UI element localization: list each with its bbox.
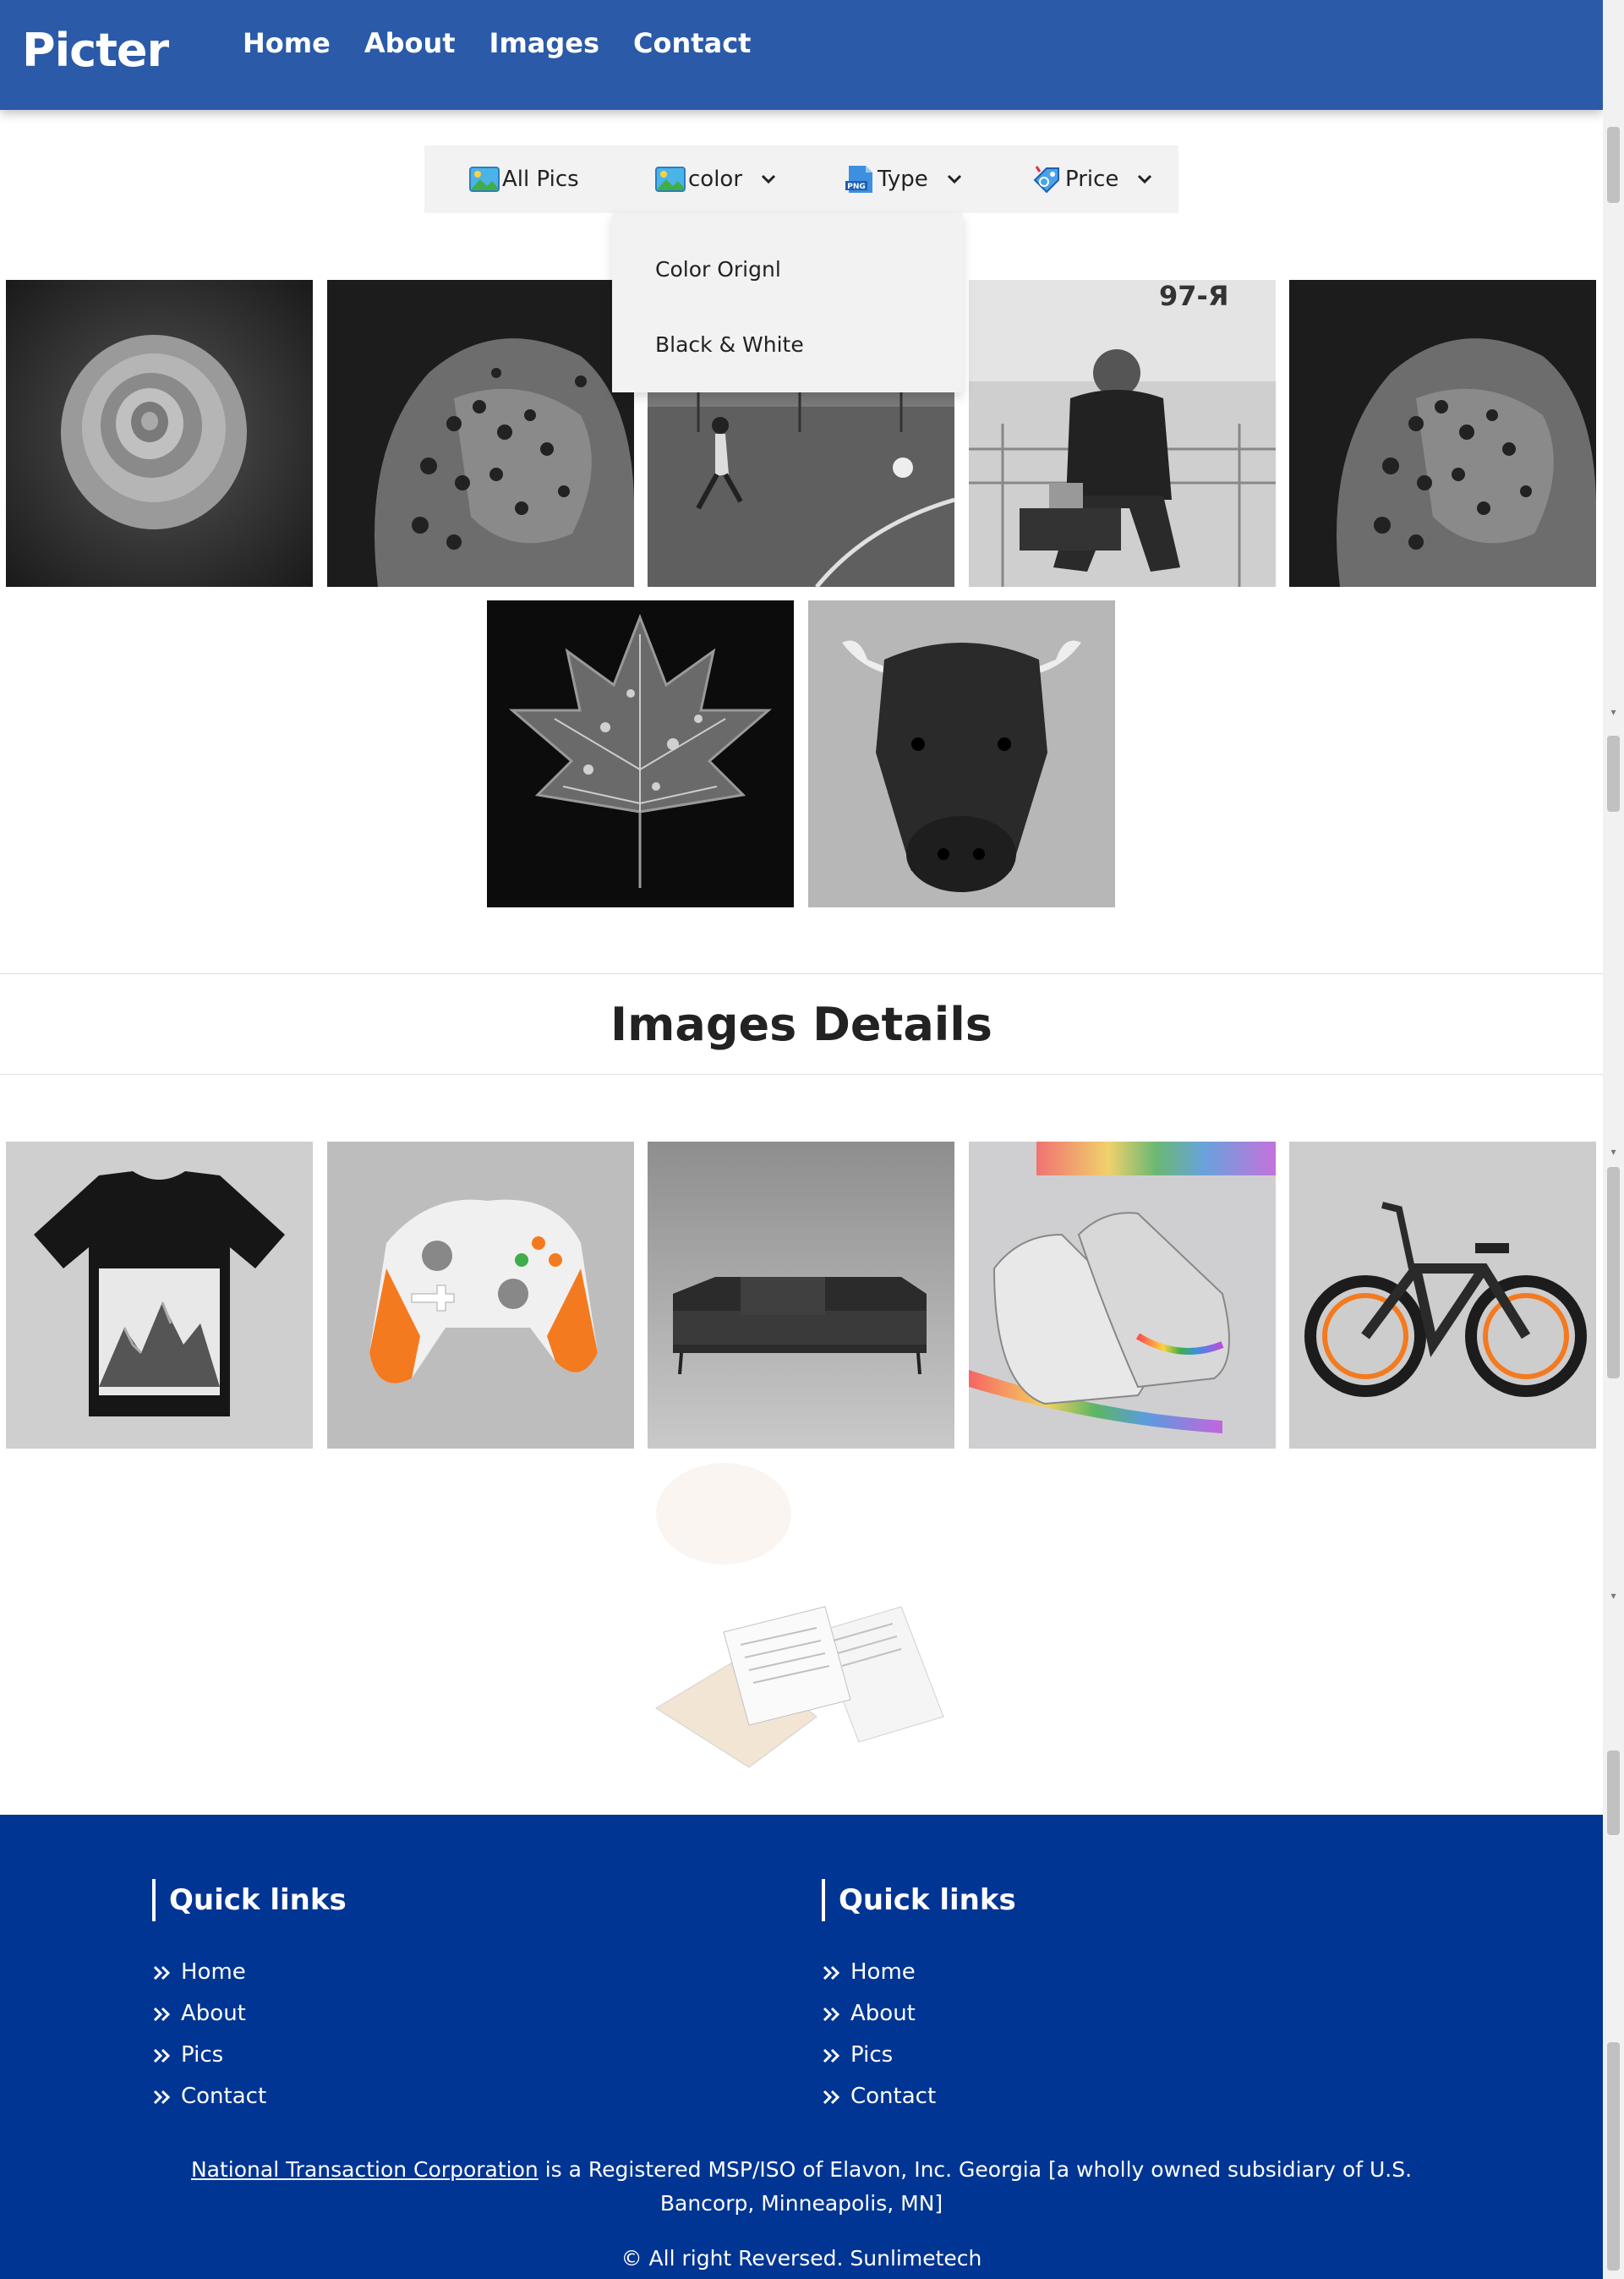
double-chevron-right-icon [153, 1965, 171, 1980]
footer-link-home[interactable]: Home [822, 1952, 1016, 1993]
divider [0, 973, 1603, 974]
chevron-down-icon [947, 174, 961, 184]
filter-type-label: Type [878, 167, 928, 192]
strongman-image: 97-Я [969, 280, 1276, 587]
gallery-image-bull[interactable] [808, 600, 1115, 907]
svg-text:97-Я: 97-Я [1159, 280, 1228, 312]
svg-text:PNG: PNG [847, 183, 866, 191]
chevron-down-icon [761, 174, 776, 184]
footer-quick-links-2: Quick links Home About Pics Contact [822, 1879, 1016, 2117]
divider [0, 1074, 1603, 1075]
product-image-sneakers[interactable] [969, 1142, 1276, 1449]
scroll-thumb[interactable] [1607, 1750, 1620, 1835]
product-image-tshirt[interactable] [6, 1142, 313, 1449]
dropdown-item-black-white[interactable]: Black & White [655, 332, 804, 357]
scroll-thumb[interactable] [1607, 1167, 1620, 1378]
footer-quick-links-1: Quick links Home About Pics Contact [152, 1879, 347, 2117]
footer-link-label: About [850, 2001, 916, 2026]
leopard-image [327, 280, 634, 587]
scroll-down-icon[interactable]: ▾ [1607, 1590, 1620, 1602]
sofa-image [648, 1142, 954, 1449]
books-image [648, 1463, 954, 1770]
scroll-thumb[interactable] [1607, 127, 1620, 203]
png-file-icon: PNG [845, 166, 872, 193]
scroll-down-icon[interactable]: ▾ [1607, 1146, 1620, 1158]
footer-link-label: Pics [850, 2042, 894, 2068]
page-scrollbar[interactable]: ▾ ▾ ▾ [1603, 0, 1624, 2279]
footer-link-label: Pics [181, 2042, 224, 2068]
rose-image [6, 280, 313, 587]
double-chevron-right-icon [823, 2007, 840, 2021]
filter-price[interactable]: Price [1031, 145, 1152, 213]
footer-link-pics[interactable]: Pics [152, 2035, 347, 2076]
footer-link-contact[interactable]: Contact [822, 2076, 1016, 2117]
footer-link-label: Home [850, 1959, 916, 1985]
footer-link-label: About [181, 2001, 246, 2026]
gallery-image-leopard-2[interactable] [1289, 280, 1596, 587]
footer-col-title: Quick links [152, 1879, 347, 1921]
footer-link-contact[interactable]: Contact [152, 2076, 347, 2117]
footer-link-about[interactable]: About [152, 1993, 347, 2035]
leopard-image [1289, 280, 1596, 587]
footer-note: National Transaction Corporation is a Re… [152, 2153, 1451, 2221]
double-chevron-right-icon [823, 2090, 840, 2104]
product-image-controller[interactable] [327, 1142, 634, 1449]
nav-images[interactable]: Images [489, 27, 600, 59]
gallery-image-rose[interactable] [6, 280, 313, 587]
double-chevron-right-icon [153, 2007, 171, 2021]
color-dropdown-menu: Color Orignl Black & White [612, 213, 963, 392]
copyright: © All right Reversed. Sunlimetech [621, 2246, 982, 2271]
brand-logo[interactable]: Picter [22, 24, 169, 77]
ebike-image [1289, 1142, 1596, 1449]
footer-link-home[interactable]: Home [152, 1952, 347, 1993]
filter-type[interactable]: PNG Type [844, 145, 962, 213]
price-tag-icon [1033, 166, 1059, 194]
chevron-down-icon [1138, 174, 1152, 184]
navbar: Picter Home About Images Contact [0, 0, 1603, 110]
footer-col-title: Quick links [822, 1879, 1016, 1921]
gallery-image-leopard[interactable] [327, 280, 634, 587]
gallery-image-strongman[interactable]: 97-Я [969, 280, 1276, 587]
bull-image [808, 600, 1115, 907]
image-icon [655, 167, 686, 192]
nav-about[interactable]: About [364, 27, 456, 59]
footer-link-pics[interactable]: Pics [822, 2035, 1016, 2076]
tshirt-image [6, 1142, 313, 1449]
footer-link-label: Home [181, 1959, 246, 1985]
filter-price-label: Price [1065, 167, 1119, 192]
filter-color-label: color [688, 167, 743, 192]
double-chevron-right-icon [153, 2048, 171, 2063]
scroll-down-icon[interactable]: ▾ [1607, 706, 1620, 718]
footer-company-link[interactable]: National Transaction Corporation [191, 2157, 539, 2182]
sneakers-image [969, 1142, 1276, 1449]
filter-color[interactable]: color [654, 145, 776, 213]
product-image-sofa[interactable] [648, 1142, 954, 1449]
filter-all-pics[interactable]: All Pics [468, 145, 579, 213]
gallery-image-leaf[interactable] [487, 600, 794, 907]
product-image-ebike[interactable] [1289, 1142, 1596, 1449]
dropdown-item-color-original[interactable]: Color Orignl [655, 257, 781, 282]
scroll-thumb[interactable] [1607, 2042, 1620, 2271]
double-chevron-right-icon [153, 2090, 171, 2104]
controller-image [327, 1142, 634, 1449]
footer: Quick links Home About Pics Contact Quic… [0, 1815, 1603, 2279]
main-nav: Home About Images Contact [243, 27, 751, 59]
nav-home[interactable]: Home [243, 27, 331, 59]
footer-link-label: Contact [850, 2084, 937, 2109]
double-chevron-right-icon [823, 1965, 840, 1980]
product-image-books[interactable] [648, 1463, 954, 1770]
filter-all-label: All Pics [502, 167, 579, 192]
nav-contact[interactable]: Contact [633, 27, 751, 59]
footer-note-text: is a Registered MSP/ISO of Elavon, Inc. … [538, 2157, 1413, 2216]
scroll-thumb[interactable] [1607, 736, 1620, 812]
filter-bar: All Pics color PNG Type Price [424, 145, 1178, 213]
section-title: Images Details [610, 998, 992, 1051]
footer-link-about[interactable]: About [822, 1993, 1016, 2035]
double-chevron-right-icon [823, 2048, 840, 2063]
image-icon [469, 167, 500, 192]
footer-link-label: Contact [181, 2084, 267, 2109]
leaf-image [487, 600, 794, 907]
